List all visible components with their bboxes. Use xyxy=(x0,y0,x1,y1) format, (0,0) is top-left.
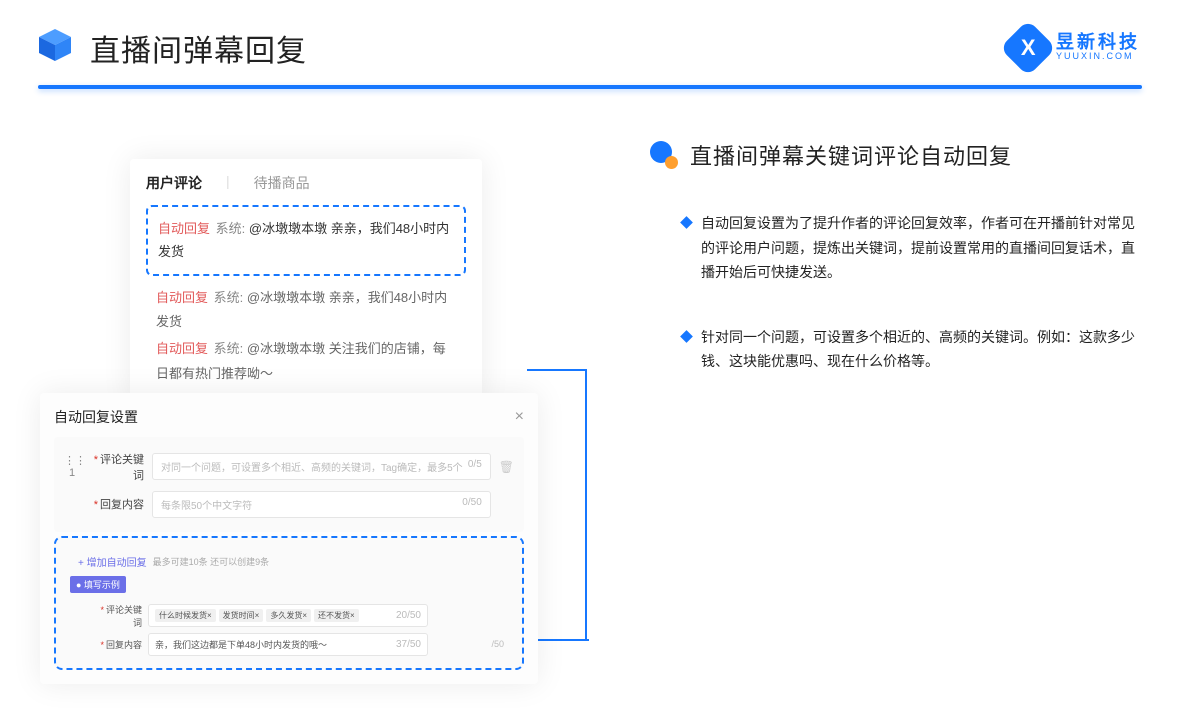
settings-header: 自动回复设置 × xyxy=(54,407,524,437)
diamond-icon xyxy=(680,330,693,343)
auto-reply-tag: 自动回复 xyxy=(156,341,208,356)
example-badge: ● 填写示例 xyxy=(70,576,126,593)
example-content-box: 亲，我们这边都是下单48小时内发货的哦～ 37/50 xyxy=(148,633,428,656)
bubble-icon xyxy=(650,141,678,169)
settings-panel: 自动回复设置 × ⋮⋮ 1 *评论关键词 对同一个问题，可设置多个相近、高频的关… xyxy=(40,393,538,684)
bullet-text: 针对同一个问题，可设置多个相近的、高频的关键词。例如：这款多少钱、这块能优惠吗、… xyxy=(701,325,1140,374)
example-ct-counter: 37/50 xyxy=(396,639,421,650)
section-title: 直播间弹幕关键词评论自动回复 xyxy=(690,139,1012,171)
bullet-item: 自动回复设置为了提升作者的评论回复效率，作者可在开播前针对常见的评论用户问题，提… xyxy=(650,211,1140,285)
content: 用户评论 | 待播商品 自动回复 系统: @冰墩墩本墩 亲亲，我们48小时内发货… xyxy=(0,89,1180,714)
cube-icon xyxy=(35,25,75,70)
header-left: 直播间弹幕回复 xyxy=(35,25,307,70)
comment-row: 自动回复 系统: @冰墩墩本墩 亲亲，我们48小时内发货 xyxy=(156,286,456,335)
example-keyword-box: 什么时候发货× 发货时间× 多久发货× 还不发货× 20/50 xyxy=(148,604,428,627)
content-counter: 0/50 xyxy=(462,497,481,512)
keyword-label: *评论关键词 xyxy=(88,451,144,483)
chip[interactable]: 还不发货× xyxy=(314,609,359,622)
comment-line-highlight: 自动回复 系统: @冰墩墩本墩 亲亲，我们48小时内发货 xyxy=(158,217,454,264)
system-label: 系统: xyxy=(214,290,244,305)
example-block: + 增加自动回复 最多可建10条 还可以创建9条 ● 填写示例 *评论关键词 什… xyxy=(54,536,524,670)
delete-icon[interactable]: 🗑 xyxy=(499,460,514,474)
keyword-input[interactable]: 对同一个问题，可设置多个相近、高频的关键词，Tag确定，最多5个 0/5 xyxy=(152,453,491,480)
outer-counter: /50 xyxy=(491,639,504,649)
row-index: ⋮⋮ 1 xyxy=(64,454,80,479)
left-column: 用户评论 | 待播商品 自动回复 系统: @冰墩墩本墩 亲亲，我们48小时内发货… xyxy=(40,139,570,684)
brand-name-cn: 昱新科技 xyxy=(1056,33,1140,53)
bullet-text: 自动回复设置为了提升作者的评论回复效率，作者可在开播前针对常见的评论用户问题，提… xyxy=(701,211,1140,285)
example-content-row: *回复内容 亲，我们这边都是下单48小时内发货的哦～ 37/50 /50 xyxy=(92,633,514,656)
comments-panel: 用户评论 | 待播商品 自动回复 系统: @冰墩墩本墩 亲亲，我们48小时内发货… xyxy=(130,159,482,403)
system-label: 系统: xyxy=(216,221,246,236)
auto-reply-tag: 自动回复 xyxy=(158,221,210,236)
add-hint: 最多可建10条 还可以创建9条 xyxy=(153,555,270,568)
section-title-row: 直播间弹幕关键词评论自动回复 xyxy=(650,139,1140,171)
chip-list: 什么时候发货× 发货时间× 多久发货× 还不发货× xyxy=(155,609,359,622)
brand-name-en: YUUXIN.COM xyxy=(1056,52,1140,62)
close-icon[interactable]: × xyxy=(515,408,524,426)
page-title: 直播间弹幕回复 xyxy=(90,26,307,70)
content-row: *回复内容 每条限50个中文字符 0/50 🗑 xyxy=(58,491,520,518)
brand-logo: X 昱新科技 YUUXIN.COM xyxy=(1008,28,1140,68)
chip[interactable]: 多久发货× xyxy=(266,609,311,622)
add-autoreply[interactable]: + 增加自动回复 最多可建10条 还可以创建9条 xyxy=(78,554,514,569)
tab-pending-goods[interactable]: 待播商品 xyxy=(254,173,310,193)
comment-list: 自动回复 系统: @冰墩墩本墩 亲亲，我们48小时内发货 自动回复 系统: @冰… xyxy=(146,286,466,387)
bullet-item: 针对同一个问题，可设置多个相近的、高频的关键词。例如：这款多少钱、这块能优惠吗、… xyxy=(650,325,1140,374)
system-label: 系统: xyxy=(214,341,244,356)
chip[interactable]: 什么时候发货× xyxy=(155,609,216,622)
brand-mark: X xyxy=(1000,19,1057,76)
keyword-row: ⋮⋮ 1 *评论关键词 对同一个问题，可设置多个相近、高频的关键词，Tag确定，… xyxy=(58,451,520,483)
diamond-icon xyxy=(680,216,693,229)
auto-reply-tag: 自动回复 xyxy=(156,290,208,305)
content-label: *回复内容 xyxy=(88,496,144,512)
right-column: 直播间弹幕关键词评论自动回复 自动回复设置为了提升作者的评论回复效率，作者可在开… xyxy=(610,139,1140,684)
page-header: 直播间弹幕回复 X 昱新科技 YUUXIN.COM xyxy=(0,0,1180,85)
brand-text: 昱新科技 YUUXIN.COM xyxy=(1056,33,1140,63)
content-input[interactable]: 每条限50个中文字符 0/50 xyxy=(152,491,491,518)
highlighted-comment: 自动回复 系统: @冰墩墩本墩 亲亲，我们48小时内发货 xyxy=(146,205,466,276)
tab-row: 用户评论 | 待播商品 xyxy=(146,173,466,193)
form-block: ⋮⋮ 1 *评论关键词 对同一个问题，可设置多个相近、高频的关键词，Tag确定，… xyxy=(54,437,524,532)
example-keyword-row: *评论关键词 什么时候发货× 发货时间× 多久发货× 还不发货× 20/50 xyxy=(92,603,514,629)
chip[interactable]: 发货时间× xyxy=(219,609,264,622)
settings-title: 自动回复设置 xyxy=(54,407,138,427)
tab-user-comments[interactable]: 用户评论 xyxy=(146,173,202,193)
keyword-counter: 0/5 xyxy=(468,459,482,474)
comment-row: 自动回复 系统: @冰墩墩本墩 关注我们的店铺，每日都有热门推荐呦～ xyxy=(156,337,456,386)
example-kw-counter: 20/50 xyxy=(396,610,421,621)
